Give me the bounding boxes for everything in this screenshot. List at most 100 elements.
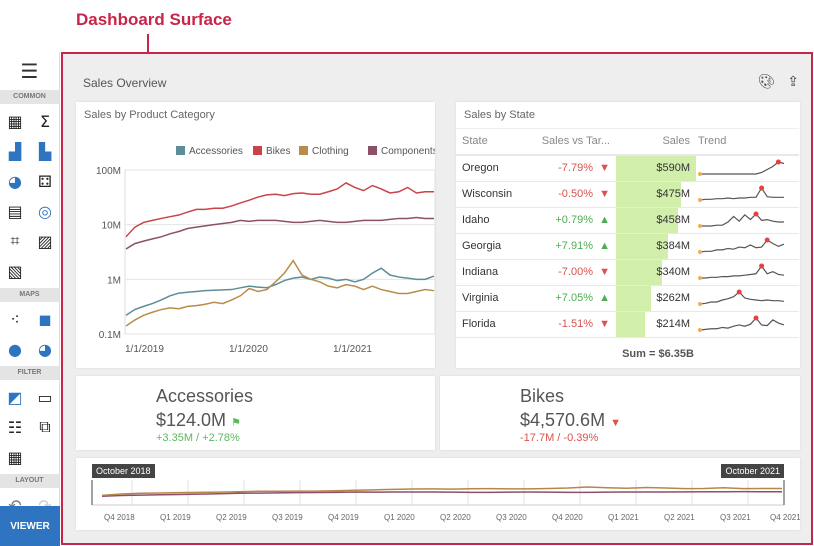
sales-cell: $458M <box>616 207 696 234</box>
col-vs-target[interactable]: Sales vs Tar... <box>536 128 616 156</box>
y-tick-label: 0.1M <box>99 330 121 341</box>
text-box-icon[interactable]: ⌗ <box>0 226 30 256</box>
table-row[interactable]: Virginia +7.05% ▲ $262M <box>456 285 799 312</box>
kpi-delta: -17.7M / -0.39% <box>520 432 599 444</box>
sales-cell: $262M <box>616 285 696 312</box>
tree-view-icon[interactable]: ⧉ <box>30 412 60 442</box>
vs-target-cell: -7.79% ▼ <box>536 154 616 182</box>
treemap-icon[interactable]: ▙ <box>30 136 60 166</box>
sales-cell: $590M <box>616 154 696 182</box>
range-tick-label: Q1 2021 <box>608 513 639 522</box>
table-row[interactable]: Idaho +0.79% ▲ $458M <box>456 207 799 234</box>
y-tick-label: 100M <box>96 166 121 177</box>
line-chart[interactable]: 0.1M 1M 10M 100M 1/1/2019 1/1/2020 1/1/2021 Acc… <box>76 102 435 368</box>
range-filter-card: Q4 2018 Q1 2019 Q2 2019 Q3 2019 Q4 2019 Q1 20… <box>76 458 800 530</box>
bar-chart-icon[interactable]: ▟ <box>0 136 30 166</box>
state-cell: Georgia <box>456 233 536 260</box>
pie-map-icon[interactable]: ◕ <box>30 334 60 364</box>
range-start-label[interactable]: October 2018 <box>92 464 155 478</box>
sparkline-max-point <box>753 211 759 216</box>
vs-target-cell: -0.50% ▼ <box>536 181 616 208</box>
series-line-clothing <box>125 259 435 327</box>
range-tick-label: Q4 2019 <box>328 513 359 522</box>
range-tick-label: Q3 2021 <box>720 513 751 522</box>
kpi-name: Accessories <box>156 386 254 406</box>
menu-icon[interactable]: ☰ <box>0 52 59 90</box>
range-tick-label: Q4 2020 <box>552 513 583 522</box>
grid-icon[interactable]: ▦ <box>0 106 30 136</box>
choropleth-map-icon[interactable]: ◼ <box>30 304 60 334</box>
x-tick-label: 1/1/2019 <box>125 344 164 355</box>
gauge-icon[interactable]: ◎ <box>30 196 60 226</box>
state-cell: Indiana <box>456 259 536 286</box>
sales-cell: $384M <box>616 233 696 260</box>
state-cell: Idaho <box>456 207 536 234</box>
table-row[interactable]: Indiana -7.00% ▼ $340M <box>456 259 799 286</box>
kpi-value: $124.0M ⚑ <box>156 410 241 430</box>
up-arrow-icon: ▲ <box>599 214 610 226</box>
sparkline-start-point <box>698 301 702 306</box>
table-row[interactable]: Georgia +7.91% ▲ $384M <box>456 233 799 260</box>
table-row[interactable]: Florida -1.51% ▼ $214M <box>456 311 799 338</box>
y-tick-label: 1M <box>107 275 121 286</box>
range-filter[interactable]: Q4 2018 Q1 2019 Q2 2019 Q3 2019 Q4 2019 Q1 20… <box>76 458 800 530</box>
range-filter-icon[interactable]: ◩ <box>0 382 30 412</box>
chart-card: Sales by Product Category 0.1M 1M 10M 100M 1… <box>76 102 435 368</box>
series-line-components <box>125 216 434 250</box>
range-tick-label: Q4 2021 <box>770 513 800 522</box>
sparkline-max-point <box>736 289 742 294</box>
legend-swatch <box>368 146 377 155</box>
trend-cell <box>696 311 799 338</box>
geo-point-map-icon[interactable]: ⁖ <box>0 304 30 334</box>
scatter-icon[interactable]: ⚃ <box>30 166 60 196</box>
image-icon[interactable]: ▨ <box>30 226 60 256</box>
sales-cell: $214M <box>616 311 696 338</box>
export-icon[interactable]: ⇪ <box>787 74 799 90</box>
sparkline-start-point <box>698 197 702 202</box>
sparkline <box>698 237 785 254</box>
viewer-button[interactable]: VIEWER <box>0 506 60 546</box>
card-icon[interactable]: ▤ <box>0 196 30 226</box>
col-sales[interactable]: Sales <box>616 128 696 156</box>
sparkline-max-point <box>759 263 765 268</box>
range-end-label[interactable]: October 2021 <box>721 464 784 478</box>
range-tick-label: Q3 2019 <box>272 513 303 522</box>
vs-target-cell: -7.00% ▼ <box>536 259 616 286</box>
trend-cell <box>696 233 799 260</box>
surface-callout: Dashboard Surface <box>76 10 232 29</box>
col-state[interactable]: State <box>456 128 536 156</box>
dashboard-surface: Sales Overview 🎨︎ ⇪ Sales by Product Cat… <box>61 52 813 545</box>
list-box-icon[interactable]: ☷ <box>0 412 30 442</box>
kpi-card-accessories: Accessories $124.0M ⚑ +3.35M / +2.78% <box>76 376 435 450</box>
sparkline-path <box>700 212 784 227</box>
state-cell: Oregon <box>456 154 536 182</box>
y-tick-label: 10M <box>102 221 121 232</box>
section-layout: LAYOUT <box>0 474 59 488</box>
trend-cell <box>696 207 799 234</box>
bubble-map-icon[interactable]: ● <box>0 334 30 364</box>
table-row[interactable]: Oregon -7.79% ▼ $590M <box>456 154 799 182</box>
col-trend[interactable]: Trend <box>696 128 799 156</box>
range-tick-label: Q4 2018 <box>104 513 135 522</box>
legend-swatch <box>176 146 185 155</box>
pie-icon[interactable]: ◕ <box>0 166 30 196</box>
trend-cell <box>696 259 799 286</box>
sum-icon[interactable]: Σ <box>30 106 60 136</box>
sparkline-start-point <box>698 171 702 176</box>
palette-icon[interactable]: 🎨︎ <box>757 74 775 90</box>
table-row[interactable]: Wisconsin -0.50% ▼ $475M <box>456 181 799 208</box>
sparkline-max-point <box>759 185 765 190</box>
x-tick-label: 1/1/2021 <box>333 344 372 355</box>
vs-target-cell: +7.91% ▲ <box>536 233 616 260</box>
kpi-card-bikes: Bikes $4,570.6M ▼ -17.7M / -0.39% <box>440 376 800 450</box>
section-common: COMMON <box>0 90 59 104</box>
combo-box-icon[interactable]: ▭ <box>30 382 60 412</box>
up-arrow-icon: ▲ <box>599 292 610 304</box>
x-tick-label: 1/1/2020 <box>229 344 268 355</box>
date-filter-icon[interactable]: ▦ <box>0 442 30 472</box>
bound-image-icon[interactable]: ▧ <box>0 256 30 286</box>
state-cell: Wisconsin <box>456 181 536 208</box>
range-tick-label: Q1 2020 <box>384 513 415 522</box>
vs-target-cell: +0.79% ▲ <box>536 207 616 234</box>
down-arrow-icon: ▼ <box>599 266 610 278</box>
